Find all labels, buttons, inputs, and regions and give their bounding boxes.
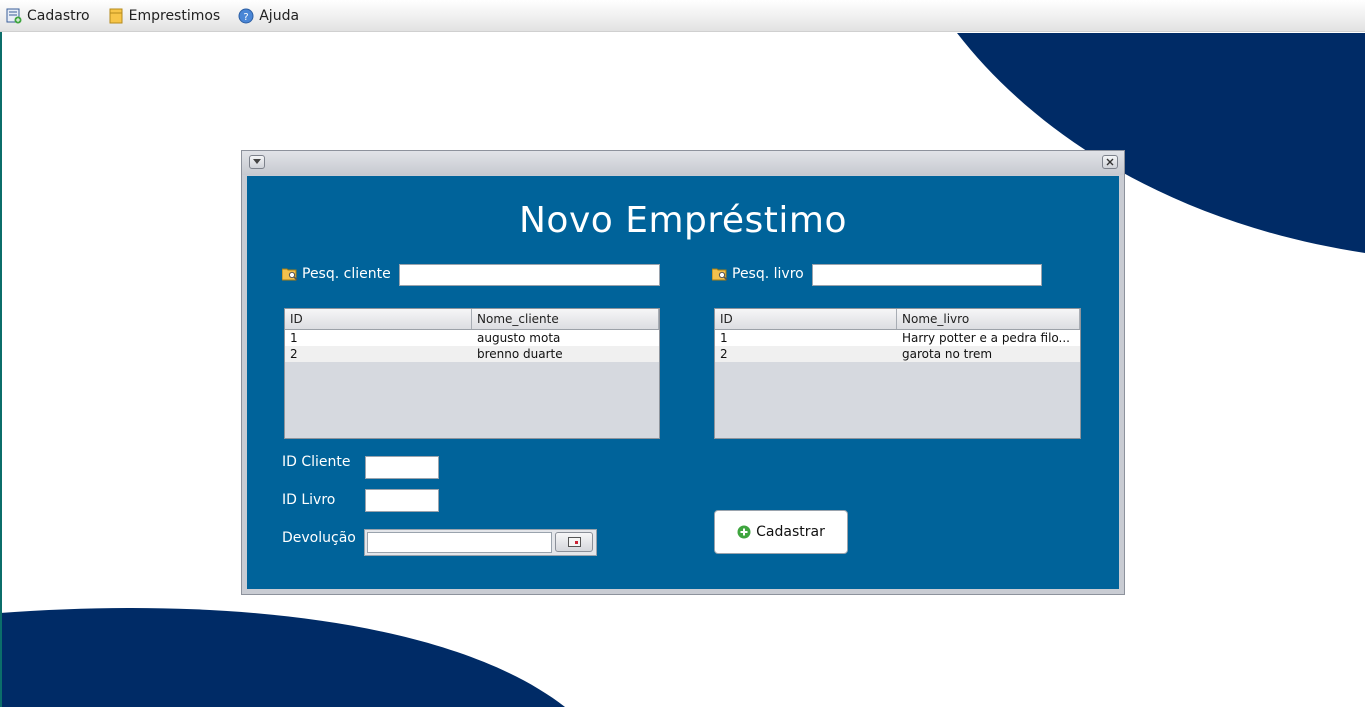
table-cell: 1 [290,331,298,345]
id-livro-label: ID Livro [282,492,336,508]
book-search-label: Pesq. livro [732,266,804,282]
table-cell: 2 [720,347,728,361]
column-header-id[interactable]: ID [715,309,897,329]
column-header-id[interactable]: ID [285,309,472,329]
table-cell: Harry potter e a pedra filo... [902,331,1070,345]
client-search-label-group: Pesq. cliente [282,266,391,282]
svg-text:?: ? [244,12,249,23]
column-header-nome-livro[interactable]: Nome_livro [897,309,1080,329]
books-table-header: ID Nome_livro [715,309,1080,330]
devolucao-label: Devolução [282,530,356,546]
id-cliente-field[interactable] [365,456,439,479]
table-cell: garota no trem [902,347,993,361]
dialog-content: Novo Empréstimo Pesq. cliente Pesq. livr… [247,176,1119,589]
close-icon [1106,158,1114,166]
menu-ajuda-label: Ajuda [259,7,300,24]
help-icon: ? [238,8,254,23]
table-cell: 2 [290,347,298,361]
menu-emprestimos-label: Emprestimos [128,7,221,24]
devolucao-date-picker [364,529,597,556]
menu-ajuda[interactable]: ? Ajuda [238,8,299,24]
form-add-icon [6,8,22,23]
calendar-icon [567,537,581,547]
table-row[interactable]: 2 garota no trem [715,346,1080,362]
table-cell: brenno duarte [477,347,563,361]
folder-search-icon [282,268,298,281]
client-search-label: Pesq. cliente [302,266,391,282]
cadastrar-button[interactable]: Cadastrar [714,510,848,554]
notebook-icon [109,8,123,23]
client-search-input[interactable] [399,264,660,286]
book-search-input[interactable] [812,264,1042,286]
id-cliente-label: ID Cliente [282,454,351,470]
table-row[interactable]: 2 brenno duarte [285,346,659,362]
dialog-close-button[interactable] [1102,155,1118,169]
column-header-nome-cliente[interactable]: Nome_cliente [472,309,659,329]
cadastrar-button-label: Cadastrar [756,524,825,540]
clients-table: ID Nome_cliente 1 augusto mota 2 brenno … [284,308,660,439]
table-cell: augusto mota [477,331,561,345]
book-search-label-group: Pesq. livro [712,266,804,282]
clients-table-body: 1 augusto mota 2 brenno duarte [285,330,659,362]
window-left-edge [0,32,2,707]
table-row[interactable]: 1 Harry potter e a pedra filo... [715,330,1080,346]
dialog-title: Novo Empréstimo [518,200,848,241]
menu-cadastro-label: Cadastro [27,7,90,24]
books-table-body: 1 Harry potter e a pedra filo... 2 garot… [715,330,1080,362]
menu-bar: Cadastro Emprestimos ? Ajuda [0,0,1365,32]
table-cell: 1 [720,331,728,345]
id-livro-field[interactable] [365,489,439,512]
calendar-button[interactable] [555,532,593,552]
clients-table-header: ID Nome_cliente [285,309,659,330]
table-row[interactable]: 1 augusto mota [285,330,659,346]
books-table: ID Nome_livro 1 Harry potter e a pedra f… [714,308,1081,439]
loan-dialog: Novo Empréstimo Pesq. cliente Pesq. livr… [241,150,1125,595]
dialog-menu-button[interactable] [249,155,265,169]
dialog-titlebar[interactable] [242,151,1124,175]
menu-emprestimos[interactable]: Emprestimos [108,7,221,24]
chevron-down-icon [253,159,261,164]
add-circle-icon [737,525,751,539]
menu-cadastro[interactable]: Cadastro [6,8,90,24]
folder-search-icon [712,268,728,281]
devolucao-date-field[interactable] [367,532,552,553]
